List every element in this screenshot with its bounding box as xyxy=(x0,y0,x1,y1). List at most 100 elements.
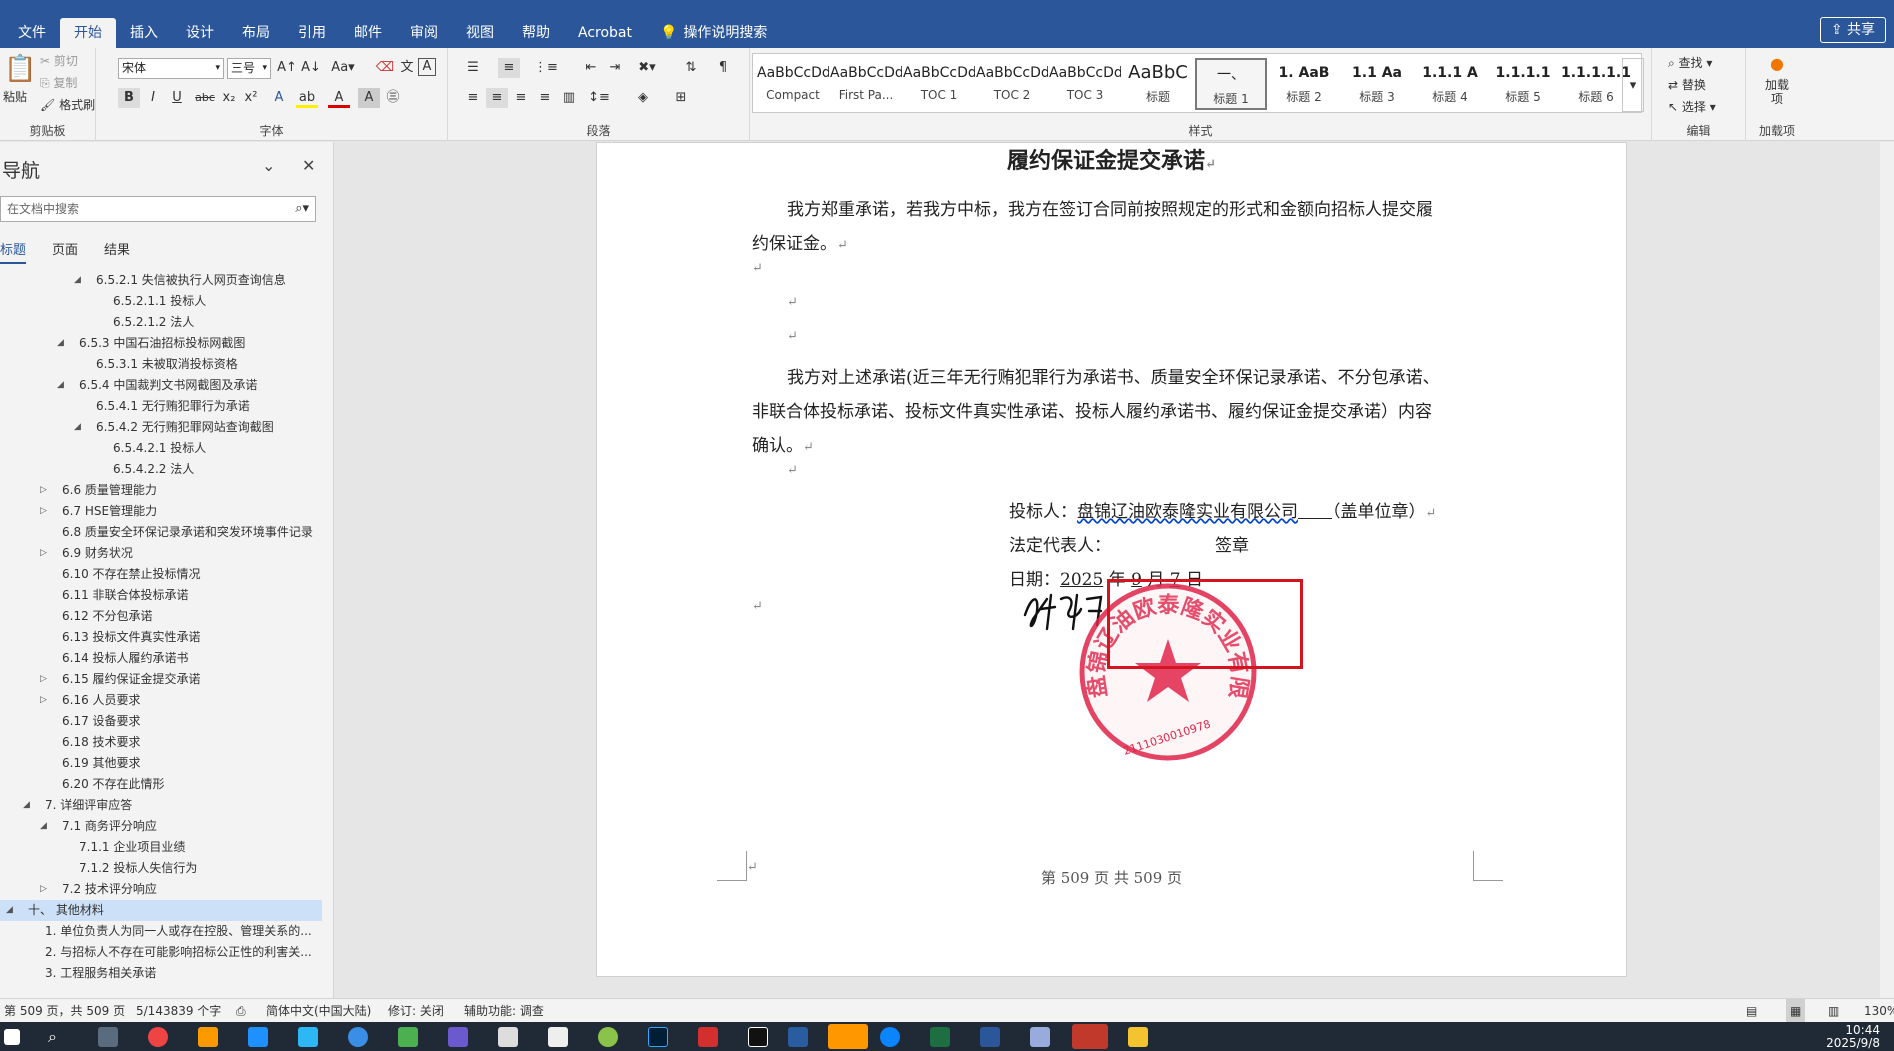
change-case-icon[interactable]: Aa▾ xyxy=(328,58,358,78)
chrome-icon[interactable] xyxy=(148,1027,168,1047)
collapse-arrow-icon[interactable]: ◢ xyxy=(23,795,30,816)
vertical-scrollbar[interactable] xyxy=(1880,142,1894,998)
status-zoom[interactable]: 130% xyxy=(1864,999,1894,1023)
nav-heading-item[interactable]: 1. 单位负责人为同一人或存在控股、管理关系的... xyxy=(0,921,322,942)
calculator-icon[interactable] xyxy=(98,1027,118,1047)
style-item[interactable]: 1. AaB 标题 2 xyxy=(1268,58,1340,110)
expand-arrow-icon[interactable]: ▷ xyxy=(40,690,47,711)
numbering-icon[interactable]: ≡ xyxy=(498,58,520,78)
app-icon[interactable] xyxy=(1072,1024,1108,1049)
underline-icon[interactable]: U xyxy=(166,88,188,108)
nav-heading-item[interactable]: 6.8 质量安全环保记录承诺和突发环境事件记录 xyxy=(0,522,322,543)
superscript-icon[interactable]: x² xyxy=(240,88,262,108)
app-icon[interactable] xyxy=(398,1027,418,1047)
photoshop-icon[interactable] xyxy=(648,1027,668,1047)
nav-heading-item[interactable]: 6.5.2.1.2 法人 xyxy=(0,312,322,333)
ribbon-tab[interactable]: 审阅 xyxy=(396,18,452,48)
replace-button[interactable]: ⇄ 替换 xyxy=(1668,76,1706,93)
nav-heading-item[interactable]: ◢ 7. 详细评审应答 xyxy=(0,795,322,816)
app-icon[interactable] xyxy=(298,1027,318,1047)
nav-heading-item[interactable]: ◢ 6.5.4.2 无行贿犯罪网站查询截图 xyxy=(0,417,322,438)
strikethrough-icon[interactable]: abc xyxy=(194,88,216,108)
styles-more-icon[interactable]: ▾ xyxy=(1622,58,1644,112)
ribbon-tab[interactable]: 引用 xyxy=(284,18,340,48)
cut-button[interactable]: ✂ 剪切 xyxy=(40,52,78,69)
find-button[interactable]: ⌕ 查找 ▾ xyxy=(1668,54,1712,71)
distributed-icon[interactable]: ▥ xyxy=(558,88,580,108)
grow-font-icon[interactable]: A↑ xyxy=(276,58,298,78)
word-icon[interactable] xyxy=(980,1027,1000,1047)
nav-heading-item[interactable]: 6.10 不存在禁止投标情况 xyxy=(0,564,322,585)
clock[interactable]: 10:44 2025/9/8 xyxy=(1826,1024,1880,1050)
justify-icon[interactable]: ≡ xyxy=(534,88,556,108)
acrobat-icon[interactable] xyxy=(698,1027,718,1047)
highlight-icon[interactable]: ab xyxy=(296,88,318,108)
nav-tab[interactable]: 页面 xyxy=(52,239,78,264)
status-page[interactable]: 第 509 页，共 509 页 xyxy=(4,999,125,1023)
style-item[interactable]: AaBbCcDd First Pa... xyxy=(830,58,902,110)
italic-icon[interactable]: I xyxy=(142,88,164,108)
expand-arrow-icon[interactable]: ▷ xyxy=(40,669,47,690)
sort-icon[interactable]: ⇅ xyxy=(680,58,702,78)
nav-heading-item[interactable]: 6.18 技术要求 xyxy=(0,732,322,753)
chevron-down-icon[interactable]: ⌄ xyxy=(262,156,275,175)
subscript-icon[interactable]: x₂ xyxy=(218,88,240,108)
ribbon-tab[interactable]: 帮助 xyxy=(508,18,564,48)
status-words[interactable]: 5/143839 个字 xyxy=(136,999,221,1023)
style-item[interactable]: AaBbCcDd Compact xyxy=(757,58,829,110)
style-item[interactable]: AaBbCcDd TOC 3 xyxy=(1049,58,1121,110)
nav-heading-item[interactable]: 6.14 投标人履约承诺书 xyxy=(0,648,322,669)
nav-heading-item[interactable]: ◢ 7.1 商务评分响应 xyxy=(0,816,322,837)
nav-heading-item[interactable]: ◢ 6.5.3 中国石油招标投标网截图 xyxy=(0,333,322,354)
char-border-icon[interactable]: A xyxy=(418,58,436,76)
text-effects-icon[interactable]: A xyxy=(268,88,290,108)
collapse-arrow-icon[interactable]: ◢ xyxy=(57,375,64,396)
app-icon[interactable] xyxy=(248,1027,268,1047)
align-left-icon[interactable]: ≡ xyxy=(462,88,484,108)
nav-heading-item[interactable]: ▷ 6.7 HSE管理能力 xyxy=(0,501,322,522)
style-item[interactable]: AaBbCcDd TOC 1 xyxy=(903,58,975,110)
nav-heading-item[interactable]: 6.5.3.1 未被取消投标资格 xyxy=(0,354,322,375)
show-marks-icon[interactable]: ¶ xyxy=(712,58,734,78)
style-item[interactable]: 1.1.1.1 标题 5 xyxy=(1487,58,1559,110)
nav-heading-item[interactable]: ◢ 6.5.4 中国裁判文书网截图及承诺 xyxy=(0,375,322,396)
expand-arrow-icon[interactable]: ▷ xyxy=(40,480,47,501)
style-item[interactable]: 一、 标题 1 xyxy=(1195,58,1267,110)
app-icon[interactable] xyxy=(788,1027,808,1047)
print-layout-icon[interactable]: ▦ xyxy=(1786,999,1806,1023)
char-shading-icon[interactable]: A xyxy=(358,88,380,108)
ribbon-tab[interactable]: 开始 xyxy=(60,18,116,48)
app-icon[interactable] xyxy=(828,1024,868,1049)
ribbon-tab[interactable]: 视图 xyxy=(452,18,508,48)
addins-button[interactable]: 加载项 xyxy=(1760,78,1794,106)
style-item[interactable]: AaBbC 标题 xyxy=(1122,58,1194,110)
vs-icon[interactable] xyxy=(448,1027,468,1047)
increase-indent-icon[interactable]: ⇥ xyxy=(604,58,626,78)
decrease-indent-icon[interactable]: ⇤ xyxy=(580,58,602,78)
ribbon-tab[interactable]: 💡 操作说明搜索 xyxy=(646,18,781,48)
font-color-icon[interactable]: A xyxy=(328,88,350,108)
search-icon[interactable]: ⌕ xyxy=(48,1027,68,1047)
file-icon[interactable] xyxy=(498,1027,518,1047)
format-painter-button[interactable]: 🖌 格式刷 xyxy=(40,96,95,113)
align-center-icon[interactable]: ≡ xyxy=(486,88,508,108)
nav-heading-item[interactable]: ▷ 6.16 人员要求 xyxy=(0,690,322,711)
nav-heading-item[interactable]: 6.17 设备要求 xyxy=(0,711,322,732)
paste-button[interactable]: 粘贴 xyxy=(3,88,27,105)
phonetic-guide-icon[interactable]: 文 xyxy=(396,58,418,78)
app-icon[interactable] xyxy=(1030,1027,1050,1047)
nav-heading-item[interactable]: 6.5.4.1 无行贿犯罪行为承诺 xyxy=(0,396,322,417)
nav-heading-item[interactable]: ◢ 6.5.2.1 失信被执行人网页查询信息 xyxy=(0,270,322,291)
expand-arrow-icon[interactable]: ▷ xyxy=(40,543,47,564)
line-spacing-icon[interactable]: ↕≡ xyxy=(588,88,610,108)
nav-heading-item[interactable]: ▷ 7.2 技术评分响应 xyxy=(0,879,322,900)
style-item[interactable]: 1.1.1 A 标题 4 xyxy=(1414,58,1486,110)
browser-icon[interactable] xyxy=(348,1027,368,1047)
nav-heading-item[interactable]: 2. 与招标人不存在可能影响招标公正性的利害关... xyxy=(0,942,322,963)
multilevel-list-icon[interactable]: ⋮≡ xyxy=(534,58,558,78)
nav-heading-item[interactable]: 6.13 投标文件真实性承诺 xyxy=(0,627,322,648)
ribbon-tab[interactable]: 布局 xyxy=(228,18,284,48)
nav-heading-item[interactable]: ▷ 6.15 履约保证金提交承诺 xyxy=(0,669,322,690)
copy-button[interactable]: ⎘ 复制 xyxy=(40,74,77,91)
bullets-icon[interactable]: ☰ xyxy=(462,58,484,78)
